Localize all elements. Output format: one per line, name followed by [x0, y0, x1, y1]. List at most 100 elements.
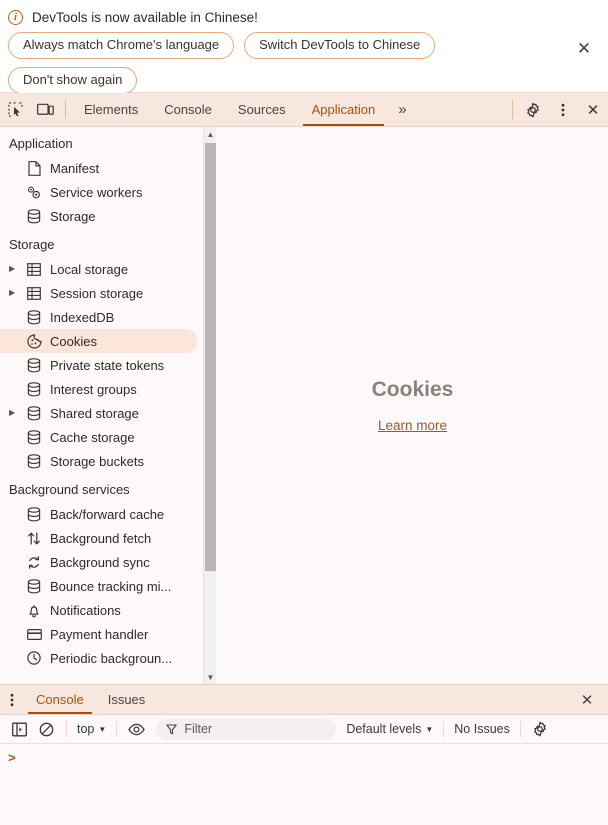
database-icon — [23, 208, 45, 224]
always-match-language-button[interactable]: Always match Chrome's language — [8, 32, 235, 59]
sidebar-item-label: Shared storage — [50, 405, 139, 421]
sidebar-item-shared-storage[interactable]: ▶ Shared storage — [0, 401, 203, 425]
table-icon — [23, 262, 45, 276]
inspect-element-icon[interactable] — [0, 93, 30, 126]
filter-placeholder: Filter — [184, 722, 213, 736]
banner-close-button[interactable]: ✕ — [570, 34, 598, 62]
clear-console-icon[interactable] — [33, 717, 60, 741]
sidebar-section-background-services: Background services — [9, 482, 130, 497]
sidebar-item-interest-groups[interactable]: Interest groups — [0, 377, 203, 401]
chevron-right-icon[interactable]: ▶ — [9, 265, 23, 273]
cookies-empty-panel: Cookies Learn more — [217, 127, 608, 684]
dont-show-again-button[interactable]: Don't show again — [8, 67, 138, 94]
sidebar-section-storage: Storage — [9, 237, 55, 252]
sidebar-item-label: Back/forward cache — [50, 506, 165, 522]
sidebar-item-label: Session storage — [50, 285, 144, 301]
scrollbar-thumb[interactable] — [205, 143, 216, 571]
database-icon — [23, 578, 45, 594]
toolbar-divider — [66, 721, 67, 737]
sidebar-item-payment-handler[interactable]: Payment handler — [0, 622, 203, 646]
chevron-down-icon: ▼ — [425, 724, 434, 734]
document-icon — [23, 160, 45, 176]
drawer-tab-console[interactable]: Console — [24, 685, 96, 714]
console-toolbar: top ▼ Filter Default levels ▼ No Issues — [0, 715, 608, 744]
banner-header: i DevTools is now available in Chinese! — [0, 0, 608, 25]
toolbar-divider — [116, 721, 118, 737]
sidebar-item-manifest[interactable]: Manifest — [0, 156, 203, 180]
sidebar-item-label: Local storage — [50, 261, 129, 277]
sidebar-item-session-storage[interactable]: ▶ Session storage — [0, 281, 203, 305]
console-filter-input[interactable]: Filter — [156, 718, 337, 740]
drawer-tab-issues[interactable]: Issues — [96, 685, 158, 714]
tab-console[interactable]: Console — [151, 93, 225, 126]
sidebar-item-background-fetch[interactable]: Background fetch — [0, 526, 203, 550]
arrows-updown-icon — [23, 531, 45, 546]
chevron-right-icon[interactable]: ▶ — [9, 409, 23, 417]
sidebar-item-cache-storage[interactable]: Cache storage — [0, 425, 203, 449]
kebab-menu-icon[interactable] — [548, 93, 578, 126]
banner-title: DevTools is now available in Chinese! — [32, 10, 258, 25]
sidebar-item-bounce-tracking-mitigations[interactable]: Bounce tracking mi... — [0, 574, 203, 598]
chevron-down-icon: ▼ — [98, 724, 107, 734]
gear-icon[interactable] — [527, 717, 554, 741]
credit-card-icon — [23, 628, 45, 641]
application-sidebar[interactable]: Application Manifest Service workers Sto… — [0, 127, 203, 684]
console-drawer: Console Issues ✕ top ▼ Filter Default le… — [0, 684, 608, 825]
console-sidebar-toggle-icon[interactable] — [6, 717, 33, 741]
sidebar-item-private-state-tokens[interactable]: Private state tokens — [0, 353, 203, 377]
sidebar-item-periodic-background-sync[interactable]: Periodic backgroun... — [0, 646, 203, 670]
sidebar-item-background-sync[interactable]: Background sync — [0, 550, 203, 574]
devtools-close-button[interactable]: ✕ — [578, 93, 608, 126]
tab-sources[interactable]: Sources — [225, 93, 299, 126]
drawer-close-button[interactable]: ✕ — [574, 685, 600, 715]
sidebar-item-local-storage[interactable]: ▶ Local storage — [0, 257, 203, 281]
tabbar-spacer — [417, 93, 507, 126]
clock-icon — [23, 651, 45, 665]
levels-label: Default levels — [346, 722, 422, 736]
sidebar-item-cookies[interactable]: Cookies — [0, 329, 197, 353]
database-icon — [23, 506, 45, 522]
sidebar-item-indexeddb[interactable]: IndexedDB — [0, 305, 203, 329]
sidebar-item-label: Manifest — [50, 160, 100, 176]
sidebar-scrollbar[interactable]: ▲ ▼ — [203, 127, 216, 684]
banner-actions: Always match Chrome's language Switch De… — [0, 25, 560, 94]
language-notification-banner: i DevTools is now available in Chinese! … — [0, 0, 608, 94]
sidebar-item-label: IndexedDB — [50, 309, 115, 325]
learn-more-link[interactable]: Learn more — [378, 418, 447, 433]
sidebar-item-label: Storage — [50, 208, 96, 224]
database-icon — [23, 429, 45, 445]
kebab-menu-icon[interactable] — [0, 685, 24, 714]
live-expression-icon[interactable] — [123, 717, 150, 741]
switch-to-chinese-button[interactable]: Switch DevTools to Chinese — [244, 32, 436, 59]
tab-elements[interactable]: Elements — [71, 93, 151, 126]
context-label: top — [77, 722, 95, 736]
sidebar-item-label: Cache storage — [50, 429, 135, 445]
sidebar-item-label: Storage buckets — [50, 453, 144, 469]
javascript-context-selector[interactable]: top ▼ — [73, 722, 110, 736]
log-levels-selector[interactable]: Default levels ▼ — [342, 722, 437, 736]
more-tabs-button[interactable]: » — [388, 93, 416, 126]
toolbar-divider-right — [512, 100, 513, 119]
issues-counter[interactable]: No Issues — [450, 722, 514, 736]
sidebar-item-service-workers[interactable]: Service workers — [0, 180, 203, 204]
info-icon: i — [8, 10, 23, 25]
sidebar-item-label: Service workers — [50, 184, 143, 200]
sidebar-item-label: Bounce tracking mi... — [50, 578, 172, 594]
table-icon — [23, 286, 45, 300]
sidebar-item-back-forward-cache[interactable]: Back/forward cache — [0, 502, 203, 526]
console-message-area[interactable]: > — [0, 744, 608, 824]
device-toolbar-icon[interactable] — [30, 93, 60, 126]
toolbar-divider — [519, 721, 521, 737]
scroll-down-arrow-icon[interactable]: ▼ — [204, 670, 217, 684]
sidebar-item-notifications[interactable]: Notifications — [0, 598, 203, 622]
sidebar-item-label: Background sync — [50, 554, 150, 570]
chevron-right-icon[interactable]: ▶ — [9, 289, 23, 297]
sidebar-item-storage-buckets[interactable]: Storage buckets — [0, 449, 203, 473]
gear-icon[interactable] — [518, 93, 548, 126]
tab-application[interactable]: Application — [299, 93, 389, 126]
sidebar-item-label: Periodic backgroun... — [50, 650, 173, 666]
sidebar-item-storage[interactable]: Storage — [0, 204, 203, 228]
sidebar-item-label: Cookies — [50, 333, 97, 349]
sidebar-item-label: Notifications — [50, 602, 121, 618]
scroll-up-arrow-icon[interactable]: ▲ — [204, 127, 217, 141]
